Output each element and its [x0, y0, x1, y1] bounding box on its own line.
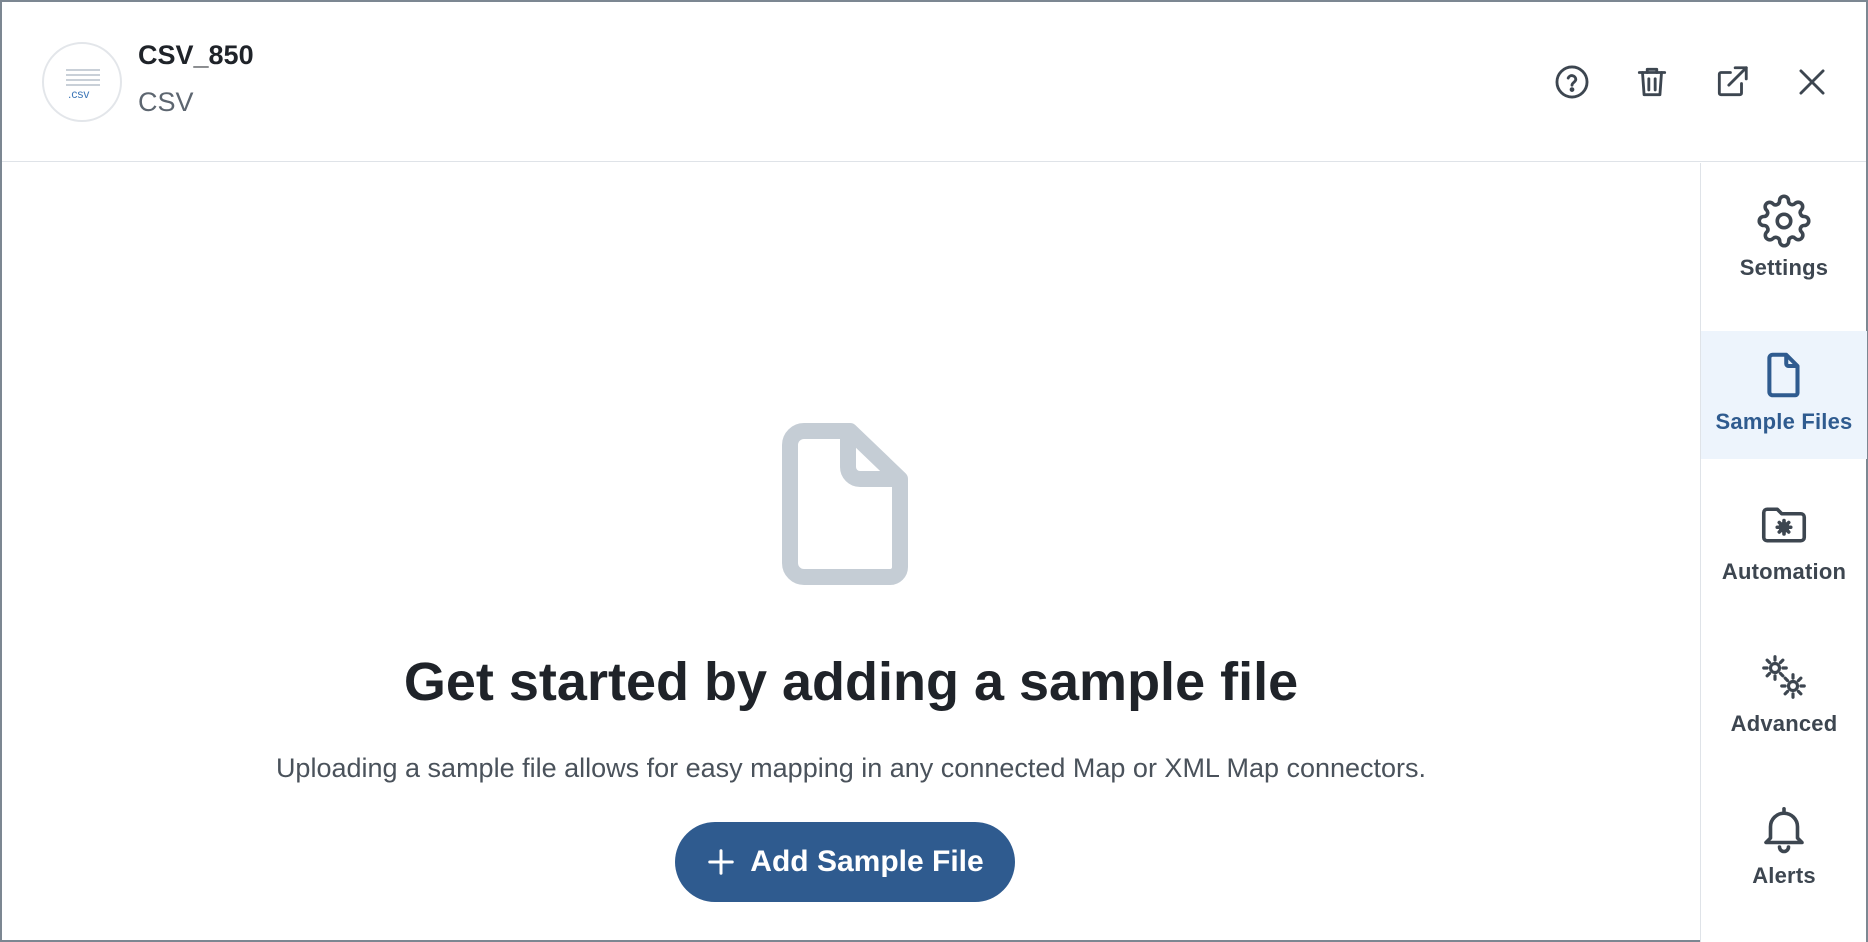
sidebar-item-alerts[interactable]: Alerts: [1701, 787, 1867, 915]
panel-header: .csv CSV_850 CSV: [2, 2, 1866, 162]
file-icon: [1767, 352, 1800, 398]
logo-lines: [66, 69, 100, 89]
help-button[interactable]: [1550, 60, 1594, 104]
gear-icon: [1757, 194, 1811, 248]
sidebar-item-advanced[interactable]: Advanced: [1701, 635, 1867, 763]
connector-type: CSV: [138, 87, 194, 117]
external-link-icon: [1717, 66, 1748, 97]
plus-icon: [708, 849, 735, 875]
trash-icon: [1637, 67, 1667, 97]
sidebar-item-label: Advanced: [1730, 711, 1838, 736]
delete-button[interactable]: [1630, 60, 1674, 104]
empty-state-title: Get started by adding a sample file: [403, 652, 1299, 712]
bell-icon: [1764, 806, 1804, 854]
add-sample-file-label: Add Sample File: [750, 845, 984, 878]
add-sample-file-button[interactable]: Add Sample File: [675, 822, 1015, 902]
folder-gear-icon: [1761, 507, 1807, 543]
connector-title: CSV_850: [138, 40, 254, 70]
sidebar-item-label: Alerts: [1752, 863, 1816, 888]
close-button[interactable]: [1790, 60, 1834, 104]
sidebar-item-sample-files[interactable]: Sample Files: [1701, 331, 1867, 459]
empty-state-description: Uploading a sample file allows for easy …: [275, 753, 1427, 783]
side-nav: Settings Sample Files Automation Advance…: [1700, 163, 1867, 942]
close-icon: [1799, 69, 1825, 95]
connector-logo: .csv: [42, 42, 122, 122]
sidebar-item-automation[interactable]: Automation: [1701, 483, 1867, 611]
sidebar-item-settings[interactable]: Settings: [1701, 163, 1867, 291]
gears-icon: [1762, 655, 1806, 699]
help-circle-icon: [1555, 65, 1589, 99]
sample-files-content: Get started by adding a sample file Uplo…: [2, 163, 1700, 942]
logo-ext: .csv: [68, 87, 90, 101]
open-external-button[interactable]: [1710, 60, 1754, 104]
sidebar-item-label: Automation: [1721, 559, 1847, 584]
connector-panel: .csv CSV_850 CSV Get started by adding a…: [0, 0, 1868, 942]
sidebar-item-label: Settings: [1739, 255, 1829, 280]
sidebar-item-label: Sample Files: [1715, 409, 1853, 434]
file-illustration-icon: [782, 423, 908, 585]
